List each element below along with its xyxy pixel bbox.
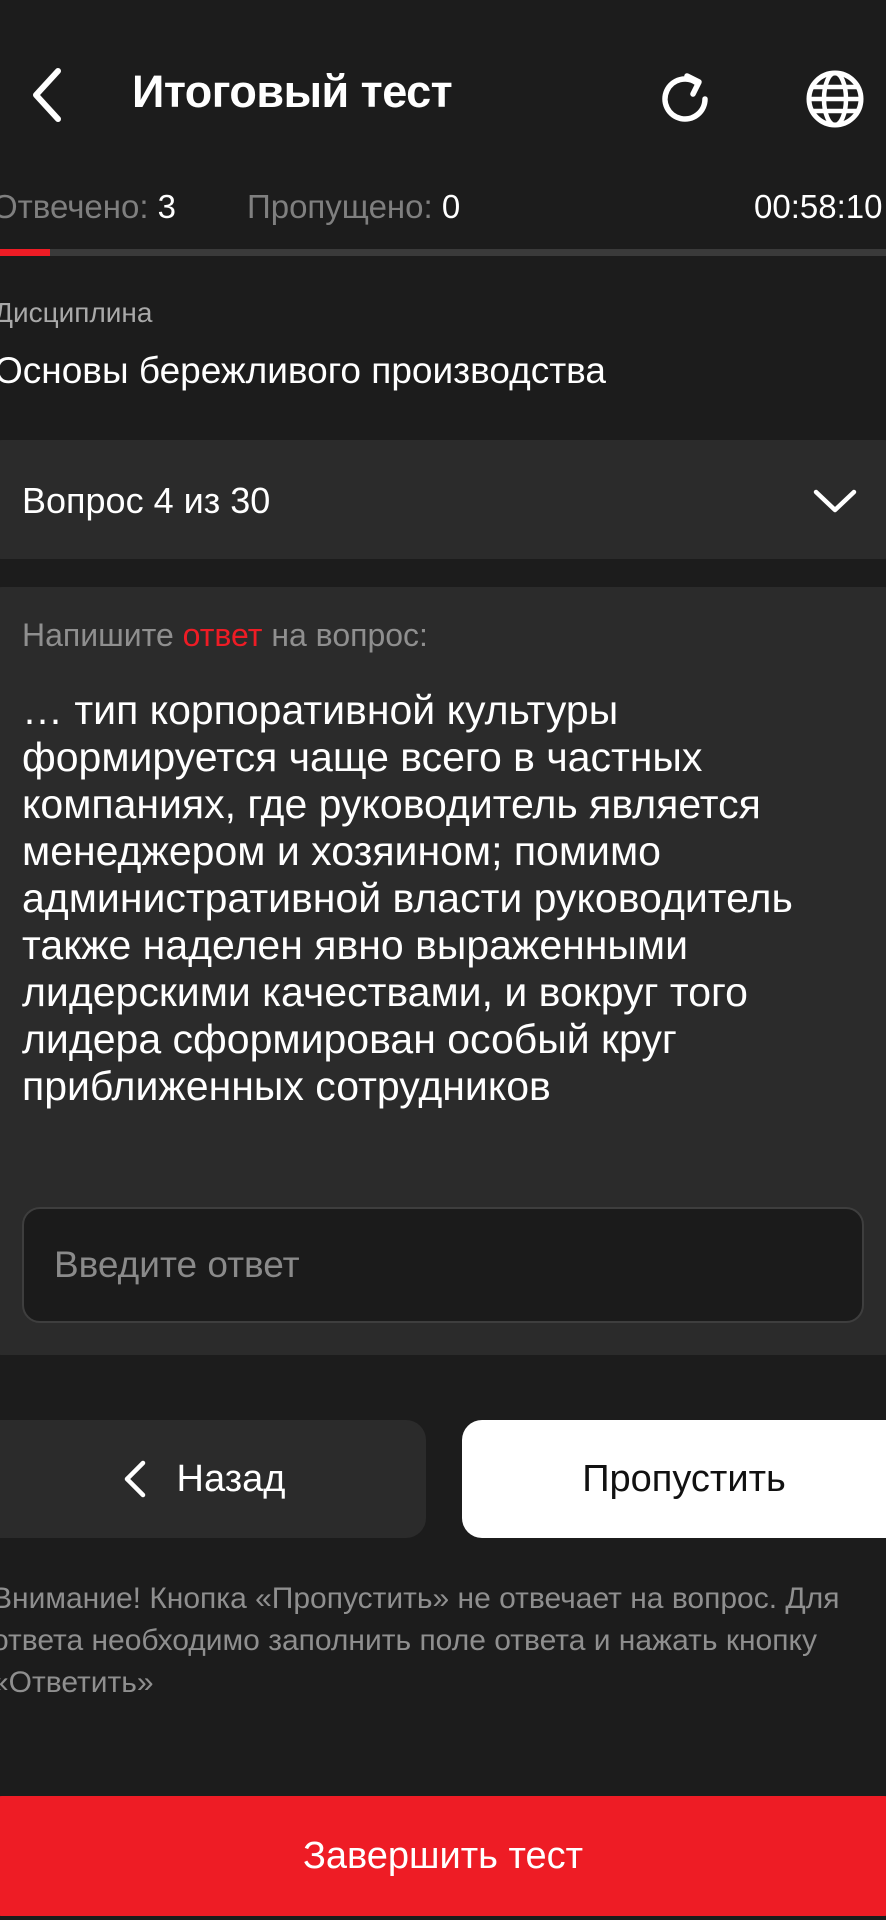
app-header: Итоговый тест <box>0 0 886 195</box>
progress-bar-fill <box>0 249 51 256</box>
prompt-text-start: Напишите <box>22 617 183 653</box>
question-selector[interactable]: Вопрос 4 из 30 <box>0 440 886 559</box>
chevron-down-icon <box>813 489 857 513</box>
question-card: Напишите ответ на вопрос: … тип корпорат… <box>0 587 886 1355</box>
skipped-label: Пропущено: <box>247 188 433 225</box>
refresh-icon <box>662 73 708 122</box>
skipped-value: 0 <box>441 188 461 225</box>
prompt-text-end: на вопрос: <box>262 617 428 653</box>
back-button-label: Назад <box>176 1457 286 1500</box>
skipped-stat: Пропущено: 0 <box>247 188 460 226</box>
finish-test-button-label: Завершить тест <box>302 1834 584 1877</box>
language-button[interactable] <box>800 64 870 134</box>
refresh-button[interactable] <box>650 64 720 134</box>
discipline-label: Дисциплина <box>0 297 153 328</box>
globe-icon <box>806 70 864 128</box>
skip-button-label: Пропустить <box>582 1457 786 1500</box>
test-stats: Отвечено: 3 Пропущено: 0 00:58:10 <box>0 188 886 233</box>
prompt-accent-word: ответ <box>182 617 263 653</box>
answer-input[interactable] <box>22 1207 864 1323</box>
question-selector-label: Вопрос 4 из 30 <box>22 480 271 521</box>
finish-test-button[interactable]: Завершить тест <box>0 1796 886 1916</box>
answered-value: 3 <box>157 188 177 225</box>
skip-button[interactable]: Пропустить <box>462 1420 886 1538</box>
chevron-left-icon <box>33 68 61 122</box>
back-icon-button[interactable] <box>22 60 72 130</box>
answered-stat: Отвечено: 3 <box>0 188 176 226</box>
timer: 00:58:10 <box>754 188 883 225</box>
chevron-left-icon <box>124 1460 145 1498</box>
progress-bar <box>0 249 886 256</box>
back-button[interactable]: Назад <box>0 1420 426 1538</box>
page-title: Итоговый тест <box>132 66 453 117</box>
answered-label: Отвечено: <box>0 188 149 225</box>
question-text: … тип корпоративной культуры формируется… <box>22 687 793 1109</box>
question-prompt: Напишите ответ на вопрос: <box>22 617 428 654</box>
skip-notice: Внимание! Кнопка «Пропустить» не отвечае… <box>0 1582 840 1699</box>
discipline-name: Основы бережливого производства <box>0 350 606 391</box>
